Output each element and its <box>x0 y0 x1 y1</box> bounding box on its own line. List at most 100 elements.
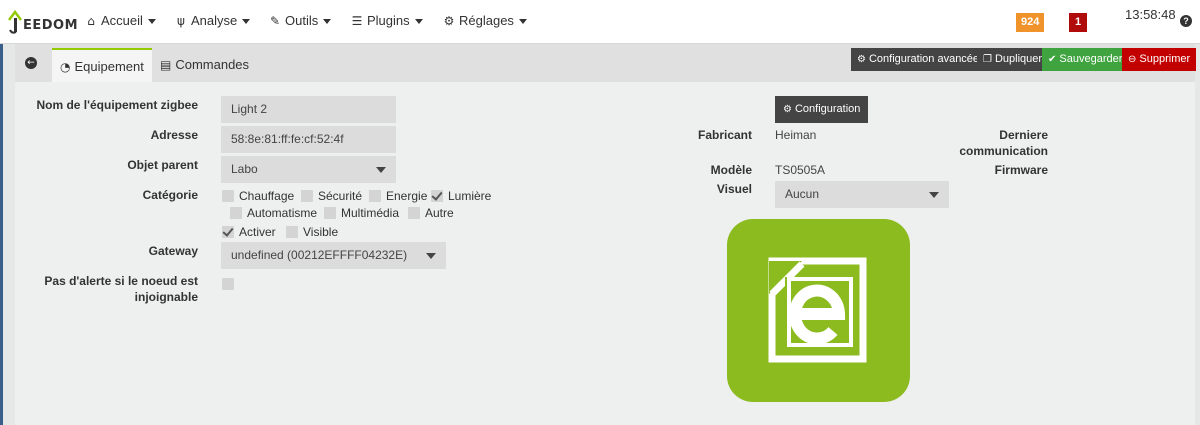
delete-label: Supprimer <box>1139 53 1191 65</box>
parent-label: Objet parent <box>127 158 198 172</box>
category-chauffage-label: Chauffage <box>239 189 295 203</box>
chevron-down-icon <box>376 167 386 173</box>
model-value: TS0505A <box>775 163 826 177</box>
no-alert-label-line1: Pas d'alerte si le noeud est <box>44 274 198 288</box>
last-comm-label-line1: Derniere <box>999 128 1048 142</box>
chevron-down-icon <box>414 19 423 25</box>
save-button[interactable]: ✔ Sauvegarder <box>1042 48 1129 71</box>
message-count-badge[interactable]: 924 <box>1016 13 1045 32</box>
parent-select-value: Labo <box>231 162 258 176</box>
jeedom-logo[interactable]: EEDOM <box>6 6 78 36</box>
nav-accueil-label: Accueil <box>101 13 143 28</box>
checkbox <box>324 207 336 219</box>
delete-button[interactable]: ⊖ Supprimer <box>1122 48 1197 71</box>
configuration-button[interactable]: ⚙ Configuration <box>775 96 869 123</box>
checkbox <box>369 190 381 202</box>
checkbox <box>222 190 234 202</box>
visual-select[interactable]: Aucun <box>775 181 949 208</box>
category-autre-label: Autre <box>425 206 454 220</box>
category-energie[interactable]: Energie <box>369 189 427 203</box>
nav-analyse[interactable]: ψ Analyse <box>174 13 251 28</box>
tab-commandes-label: Commandes <box>175 57 250 72</box>
gateway-label: Gateway <box>148 244 198 258</box>
parent-select[interactable]: Labo <box>221 156 396 183</box>
nav-plugins[interactable]: ☰ Plugins <box>350 13 423 28</box>
chevron-down-icon <box>147 19 156 25</box>
stethoscope-icon: ψ <box>177 14 185 28</box>
checkbox <box>222 278 234 290</box>
firmware-label: Firmware <box>994 163 1048 177</box>
chevron-down-icon <box>323 19 332 25</box>
no-alert-checkbox[interactable] <box>222 277 239 291</box>
nav-reglages-label: Réglages <box>459 13 514 28</box>
category-automatisme-label: Automatisme <box>247 206 318 220</box>
cogs-icon: ⚙ <box>857 54 866 65</box>
advanced-config-button[interactable]: ⚙ Configuration avancée <box>851 48 986 71</box>
no-alert-label-line2: injoignable <box>134 290 198 304</box>
name-input[interactable]: Light 2 <box>221 96 396 123</box>
clock: 13:58:48 <box>1125 7 1176 22</box>
tab-commandes[interactable]: ▤ Commandes <box>152 48 257 82</box>
nav-outils[interactable]: ✎ Outils <box>268 13 332 28</box>
category-energie-label: Energie <box>386 189 428 203</box>
nav-analyse-label: Analyse <box>191 13 238 28</box>
tachometer-icon: ◔ <box>60 60 71 74</box>
list-icon: ☰ <box>351 14 363 28</box>
category-multimedia[interactable]: Multimédia <box>324 206 399 220</box>
equipment-form-panel: Nom de l'équipement zigbee Light 2 Adres… <box>15 82 1195 425</box>
alert-count-badge[interactable]: 1 <box>1069 13 1087 32</box>
equipment-toolbar: ← ◔ Equipement ▤ Commandes ⚙ Configuration … <box>15 44 1197 82</box>
wrench-icon: ✎ <box>269 14 281 28</box>
name-label: Nom de l'équipement zigbee <box>36 98 198 112</box>
configuration-button-label: Configuration <box>794 103 861 115</box>
address-input[interactable]: 58:8e:81:ff:fe:cf:52:4f <box>221 126 396 153</box>
checkbox <box>301 190 313 202</box>
activate-checkbox[interactable]: Activer <box>222 225 276 239</box>
tab-equipement-label: Equipement <box>74 59 144 74</box>
nav-accueil[interactable]: ⌂ Accueil <box>84 13 156 28</box>
gateway-select[interactable]: undefined (00212EFFFF04232E) <box>221 242 446 269</box>
category-multimedia-label: Multimédia <box>341 206 400 220</box>
category-autre[interactable]: Autre <box>408 206 454 220</box>
visible-label: Visible <box>303 225 339 239</box>
advanced-config-label: Configuration avancée <box>868 53 980 65</box>
category-lumiere[interactable]: Lumière <box>431 189 491 203</box>
logo-text: EEDOM <box>23 18 79 33</box>
model-label: Modèle <box>710 163 752 177</box>
chevron-down-icon <box>426 253 436 259</box>
nav-plugins-label: Plugins <box>367 13 410 28</box>
category-securite-label: Sécurité <box>318 189 363 203</box>
jeedom-logo-icon <box>727 219 910 402</box>
checkbox <box>230 207 242 219</box>
gateway-select-value: undefined (00212EFFFF04232E) <box>231 248 408 262</box>
copy-icon: ❐ <box>983 54 992 65</box>
save-label: Sauvegarder <box>1059 53 1123 65</box>
checkbox-checked <box>431 190 443 202</box>
check-circle-icon: ✔ <box>1048 54 1057 65</box>
tab-equipement[interactable]: ◔ Equipement <box>52 48 152 82</box>
chevron-down-icon <box>518 19 527 25</box>
category-lumiere-label: Lumière <box>448 189 492 203</box>
duplicate-button[interactable]: ❐ Dupliquer <box>977 48 1049 71</box>
window-edge <box>0 0 3 425</box>
category-chauffage[interactable]: Chauffage <box>222 189 294 203</box>
address-label: Adresse <box>150 128 198 142</box>
minus-circle-icon: ⊖ <box>1128 54 1137 65</box>
activate-label: Activer <box>239 225 276 239</box>
visible-checkbox[interactable]: Visible <box>286 225 338 239</box>
top-navbar: EEDOM ⌂ Accueil ψ Analyse ✎ Outils ☰ Plugins… <box>0 0 1200 44</box>
checkbox <box>286 226 298 238</box>
category-label: Catégorie <box>142 188 198 202</box>
nav-outils-label: Outils <box>285 13 319 28</box>
nav-reglages[interactable]: ⚙ Réglages <box>442 13 527 28</box>
gear-icon: ⚙ <box>443 14 455 28</box>
visual-select-value: Aucun <box>785 187 820 201</box>
help-icon[interactable]: ? <box>1180 15 1192 27</box>
home-icon: ⌂ <box>87 14 95 28</box>
visual-label: Visuel <box>716 182 752 196</box>
back-arrow-icon[interactable]: ← <box>25 57 37 69</box>
category-securite[interactable]: Sécurité <box>301 189 362 203</box>
last-comm-label-line2: communication <box>959 144 1048 158</box>
cogs-icon: ⚙ <box>783 104 792 115</box>
category-automatisme[interactable]: Automatisme <box>230 206 317 220</box>
